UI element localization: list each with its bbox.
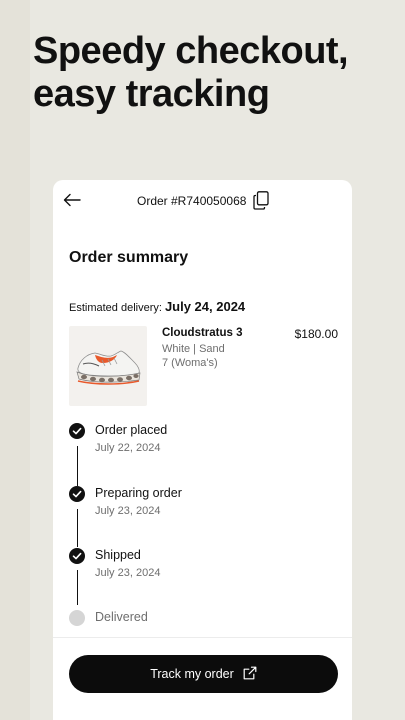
running-shoe-icon	[76, 350, 141, 385]
order-summary-title: Order summary	[69, 249, 189, 266]
step-date: July 23, 2024	[95, 567, 161, 579]
timeline-step-shipped: Shipped July 23, 2024	[69, 548, 329, 588]
back-arrow-icon[interactable]	[63, 192, 83, 210]
product-size: 7 (Woma's)	[162, 357, 218, 369]
check-icon	[69, 423, 85, 439]
product-variant: White | Sand	[162, 343, 225, 355]
product-name[interactable]: Cloudstratus 3	[162, 327, 243, 339]
estimated-delivery: Estimated delivery: July 24, 2024	[69, 299, 245, 314]
order-number: Order #R740050068	[137, 194, 247, 208]
estimated-delivery-date: July 24, 2024	[164, 299, 246, 314]
pending-status-icon	[69, 610, 85, 626]
step-label: Order placed	[95, 423, 168, 437]
headline-line-2: easy tracking	[33, 73, 270, 115]
timeline-step-order-placed: Order placed July 22, 2024	[69, 423, 329, 463]
headline-line-1: Speedy checkout,	[33, 30, 349, 72]
step-date: July 23, 2024	[95, 505, 161, 517]
order-card: Order #R740050068 Order summary Estimate…	[53, 180, 352, 720]
order-topbar: Order #R740050068	[53, 180, 352, 222]
step-label: Preparing order	[95, 486, 182, 500]
track-order-button[interactable]: Track my order	[69, 655, 338, 693]
timeline-step-delivered: Delivered	[69, 610, 329, 650]
divider	[53, 637, 352, 638]
product-image[interactable]	[69, 326, 147, 406]
step-label: Shipped	[95, 548, 141, 562]
step-date: July 22, 2024	[95, 442, 161, 454]
product-price: $180.00	[294, 327, 338, 341]
promo-headline: Speedy checkout, easy tracking	[33, 30, 393, 116]
external-link-icon	[243, 666, 257, 683]
check-icon	[69, 486, 85, 502]
track-order-label: Track my order	[150, 667, 234, 681]
copy-icon[interactable]	[253, 191, 271, 211]
timeline-step-preparing-order: Preparing order July 23, 2024	[69, 486, 329, 526]
step-label: Delivered	[95, 610, 148, 624]
check-icon	[69, 548, 85, 564]
estimated-delivery-label: Estimated delivery:	[69, 302, 162, 314]
